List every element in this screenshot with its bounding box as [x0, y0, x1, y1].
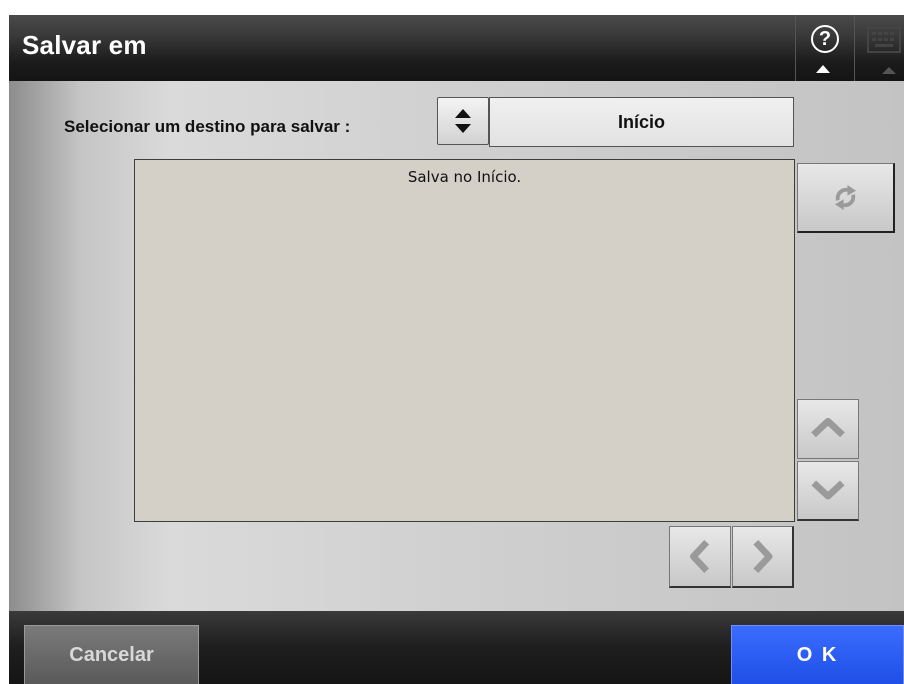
scroll-left-button[interactable]: [669, 526, 731, 588]
list-message: Salva no Início.: [407, 168, 522, 186]
expand-up-icon: [882, 67, 896, 74]
destination-label: Selecionar um destino para salvar :: [64, 117, 351, 136]
help-icon: ?: [811, 25, 839, 53]
chevron-up-icon: [811, 417, 845, 438]
chevron-left-icon: [690, 539, 710, 574]
help-button[interactable]: ?: [795, 15, 855, 81]
chevron-right-icon: [753, 539, 773, 574]
destination-toggle-button[interactable]: [437, 97, 489, 145]
ok-button[interactable]: O K: [731, 625, 904, 684]
destination-select[interactable]: Início: [489, 97, 794, 147]
keyboard-icon: [867, 27, 901, 53]
bottom-bar: Cancelar O K: [9, 611, 904, 684]
scroll-down-button[interactable]: [797, 461, 859, 521]
chevron-down-icon: [811, 480, 845, 500]
expand-up-icon: [816, 65, 830, 73]
cancel-button[interactable]: Cancelar: [24, 625, 199, 684]
scroll-up-button[interactable]: [797, 399, 859, 459]
title-bar: Salvar em ?: [9, 15, 904, 81]
refresh-button[interactable]: [797, 163, 895, 233]
up-down-arrows-icon: [455, 109, 471, 133]
folder-list[interactable]: Salva no Início.: [134, 159, 795, 522]
keyboard-button[interactable]: [854, 15, 904, 81]
save-to-dialog: Salvar em ? Selecionar um destino para s…: [9, 15, 904, 684]
page-title: Salvar em: [22, 30, 147, 60]
refresh-icon: [834, 185, 857, 210]
main-panel: Selecionar um destino para salvar : Iníc…: [9, 81, 904, 611]
scroll-right-button[interactable]: [732, 526, 794, 588]
